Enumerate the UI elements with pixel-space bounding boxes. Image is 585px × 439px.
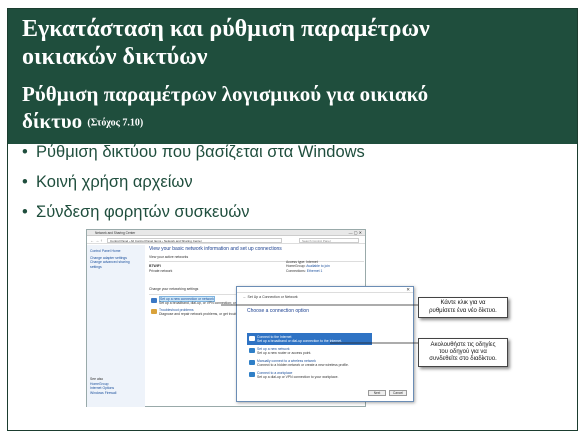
next-button[interactable]: Next: [368, 390, 386, 396]
search-input[interactable]: Search Control Panel: [299, 237, 359, 243]
globe-icon: [249, 336, 255, 341]
callout-text: του οδηγού για να: [439, 348, 487, 355]
bullet-item: • Ρύθμιση δικτύου που βασίζεται στα Windo…: [22, 138, 365, 168]
dialog-heading: Choose a connection option: [247, 308, 309, 314]
option-new-network[interactable]: Set up a new network Set up a new router…: [247, 345, 372, 357]
dialog-titlebar: ✕: [237, 287, 413, 293]
bullet-dot-icon: •: [22, 143, 28, 161]
title-line-2: οικιακών δικτύων: [22, 44, 208, 70]
bullet-text: Ρύθμιση δικτύου που βασίζεται στα Window…: [36, 143, 365, 161]
callout-text: Ακολουθήστε τις οδηγίες: [430, 341, 496, 348]
setup-connection-dialog: ✕ ← Set Up a Connection or Network Choos…: [236, 286, 414, 402]
dialog-buttons: Next Cancel: [365, 390, 407, 396]
window-controls-icon[interactable]: — ▢ ✕: [349, 230, 362, 235]
slide-header: Εγκατάσταση και ρύθμιση παραμέτρων οικια…: [8, 9, 577, 144]
link-windows-firewall[interactable]: Windows Firewall: [90, 391, 116, 396]
slide-title: Εγκατάσταση και ρύθμιση παραμέτρων οικια…: [22, 15, 567, 71]
callout-wizard: Ακολουθήστε τις οδηγίες του οδηγού για να…: [418, 338, 508, 367]
title-line-1: Εγκατάσταση και ρύθμιση παραμέτρων: [22, 16, 430, 42]
subtitle-line-2-wrap: δίκτυο (Στόχος 7.10): [22, 108, 567, 137]
option-desc: Connect to a hidden network or create a …: [257, 363, 349, 367]
address-bar: ← → ↑ Control Panel › All Control Panel …: [87, 236, 365, 244]
bullet-list: • Ρύθμιση δικτύου που βασίζεται στα Windo…: [22, 138, 365, 228]
troubleshoot-link[interactable]: Troubleshoot problems: [159, 308, 194, 312]
option-desc: Set up a new router or access point.: [257, 351, 312, 355]
see-also: See also HomeGroup Internet Options Wind…: [90, 377, 116, 395]
connections-label: Connections:: [286, 268, 306, 273]
window-title: Network and Sharing Center: [95, 231, 136, 235]
callout-text: συνδεθείτε στο διαδίκτυο.: [429, 356, 497, 363]
access-type-label: Access type:: [286, 260, 306, 264]
option-workplace[interactable]: Connect to a workplace Set up a dial-up …: [247, 369, 372, 381]
nav-control-panel-home[interactable]: Control Panel Home: [90, 249, 142, 254]
access-type-value: Internet: [306, 260, 318, 264]
bullet-item: • Κοινή χρήση αρχείων: [22, 168, 365, 198]
connection-options: Connect to the Internet Set up a broadba…: [247, 333, 372, 381]
troubleshoot-icon: [151, 308, 157, 314]
bullet-dot-icon: •: [22, 173, 28, 191]
back-arrow-icon[interactable]: ←: [243, 295, 247, 299]
address-field[interactable]: Control Panel › All Control Panel Items …: [107, 237, 282, 243]
subtitle-line-1: Ρύθμιση παραμέτρων λογισμικού για οικιακ…: [22, 82, 429, 106]
network-setup-icon: [151, 297, 157, 303]
option-manual-wireless[interactable]: Manually connect to a wireless network C…: [247, 357, 372, 369]
objective-label: (Στόχος 7.10): [87, 117, 144, 129]
cancel-button[interactable]: Cancel: [389, 390, 407, 396]
main-heading: View your basic network information and …: [149, 246, 282, 252]
bullet-text: Σύνδεση φορητών συσκευών: [36, 203, 250, 221]
wireless-icon: [249, 360, 255, 365]
callout-text: ρυθμίσετε ένα νέο δίκτυο.: [429, 307, 497, 314]
bullet-dot-icon: •: [22, 203, 28, 221]
option-desc: Set up a broadband or dial-up connection…: [257, 339, 343, 343]
back-forward-icon[interactable]: ← → ↑: [90, 238, 102, 243]
bullet-item: • Σύνδεση φορητών συσκευών: [22, 198, 365, 228]
close-icon[interactable]: ✕: [406, 287, 410, 293]
router-icon: [249, 348, 255, 353]
slide-subtitle: Ρύθμιση παραμέτρων λογισμικού για οικιακ…: [22, 81, 567, 137]
subtitle-line-2: δίκτυο: [22, 109, 83, 133]
workplace-icon: [249, 372, 255, 377]
option-desc: Set up a dial-up or VPN connection to yo…: [257, 375, 339, 379]
callout-text: Κάντε κλικ για να: [440, 300, 486, 307]
option-connect-internet[interactable]: Connect to the Internet Set up a broadba…: [247, 333, 372, 345]
bullet-text: Κοινή χρήση αρχείων: [36, 173, 193, 191]
homegroup-link[interactable]: Available to join: [306, 264, 330, 268]
callout-new-network: Κάντε κλικ για να ρυθμίσετε ένα νέο δίκτυ…: [418, 297, 508, 318]
nav-settings-cont[interactable]: settings: [90, 265, 142, 270]
left-nav: Control Panel Home Change adapter settin…: [87, 245, 145, 407]
homegroup-label: HomeGroup:: [286, 264, 306, 269]
network-type: Private network: [149, 268, 173, 273]
divider: [149, 261, 364, 262]
network-details: Access type: Internet HomeGroup: Availab…: [286, 260, 330, 273]
ethernet-link[interactable]: Ethernet 1: [307, 269, 323, 273]
dialog-header: ← Set Up a Connection or Network: [243, 295, 298, 299]
dialog-title: Set Up a Connection or Network: [247, 295, 298, 299]
active-networks-label: View your active networks: [149, 254, 189, 259]
